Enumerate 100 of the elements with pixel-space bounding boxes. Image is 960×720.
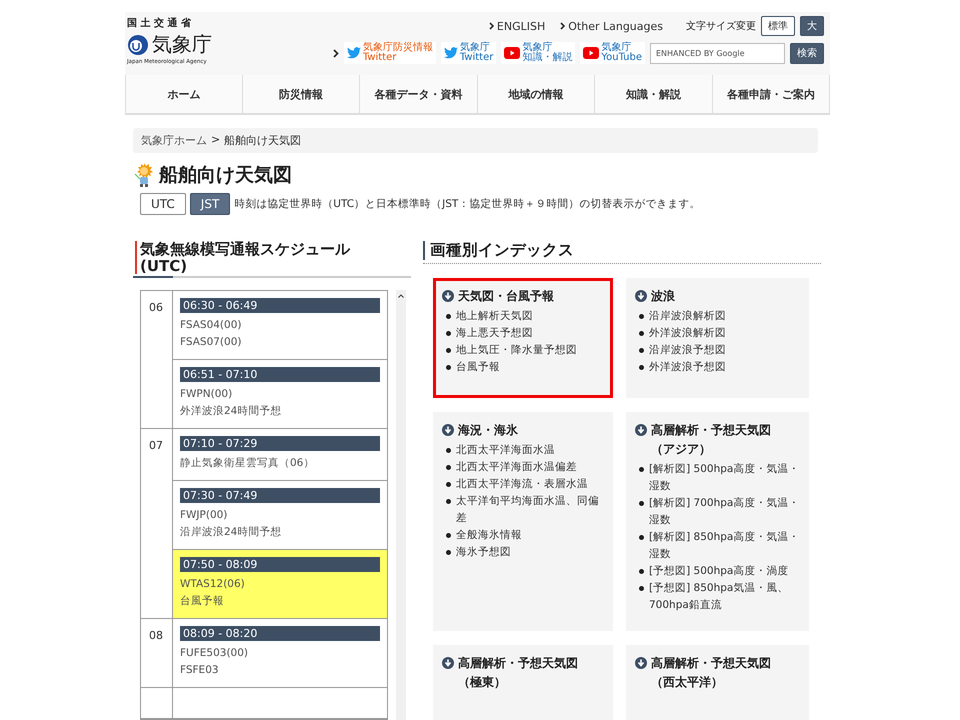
- category-link[interactable]: 北西太平洋海面水温偏差: [456, 458, 577, 476]
- nav-tab[interactable]: ホーム: [125, 75, 242, 113]
- down-arrow-icon: [442, 656, 454, 669]
- bullet-icon: [446, 532, 451, 538]
- language-link[interactable]: ENGLISH: [496, 20, 546, 32]
- category-title[interactable]: 天気図・台風予報: [458, 286, 554, 306]
- chart-link[interactable]: FUFE503(00): [180, 645, 380, 662]
- social-link[interactable]: 気象庁 知識・解説: [501, 42, 576, 64]
- chart-link[interactable]: FWPN(00): [180, 386, 380, 403]
- bullet-icon: [446, 482, 451, 487]
- chart-link[interactable]: 静止気象衛星雲写真（06）: [180, 455, 380, 472]
- bullet-icon: [446, 348, 451, 353]
- font-size-label: 文字サイズ変更: [686, 20, 756, 33]
- down-arrow-icon: [635, 424, 647, 436]
- time-range: 07:50 - 08:09: [180, 557, 380, 572]
- time-range: 06:51 - 07:10: [180, 367, 380, 382]
- category-link[interactable]: 太平洋旬平均海面水温、同偏差: [456, 492, 604, 527]
- time-zone-toggle[interactable]: JST: [190, 193, 230, 215]
- nav-tab[interactable]: 地域の情報: [478, 75, 595, 113]
- down-arrow-icon: [442, 424, 454, 436]
- bullet-icon: [446, 448, 451, 453]
- scrollbar[interactable]: [396, 290, 406, 720]
- social-link[interactable]: 気象庁 YouTube: [580, 42, 645, 64]
- category-link[interactable]: [解析図] 500hpa高度・気温・湿数: [649, 460, 800, 495]
- category-link[interactable]: 北西太平洋海面水温: [456, 442, 555, 459]
- chart-link[interactable]: FWJP(00): [180, 507, 380, 524]
- chevron-right-icon: [332, 48, 339, 58]
- category-link[interactable]: 北西太平洋海流・表層水温: [456, 476, 588, 493]
- chevron-right-icon: [560, 22, 566, 30]
- category-title[interactable]: 波浪: [651, 286, 675, 306]
- bullet-icon: [446, 330, 451, 336]
- chart-link[interactable]: 沿岸波浪24時間予想: [180, 524, 380, 541]
- category-title[interactable]: 高層解析・予想天気図 （極東）: [458, 654, 578, 692]
- down-arrow-icon: [635, 290, 647, 302]
- search-button[interactable]: 検索: [790, 42, 824, 64]
- bird-icon: [346, 47, 361, 59]
- chart-link[interactable]: FSFE03: [180, 662, 380, 679]
- category-link[interactable]: 沿岸波浪予想図: [649, 342, 726, 359]
- page-title: 船舶向け天気図: [159, 163, 292, 188]
- bullet-icon: [639, 314, 644, 319]
- chart-link[interactable]: FSAS07(00): [180, 334, 380, 351]
- category-title[interactable]: 高層解析・予想天気図 （アジア）: [651, 420, 771, 459]
- index-heading: 画種別インデックス: [423, 241, 821, 260]
- category-link[interactable]: [解析図] 850hpa高度・気温・湿数: [649, 528, 800, 563]
- schedule-heading: 気象無線模写通報スケジュール (UTC): [135, 241, 411, 274]
- category-link[interactable]: 全般海氷情報: [456, 526, 522, 544]
- search-field[interactable]: ENHANCED BY Google: [650, 42, 785, 64]
- category-link[interactable]: 地上解析天気図: [456, 308, 533, 325]
- category-link[interactable]: [解析図] 700hpa高度・気温・湿数: [649, 494, 800, 529]
- category-link[interactable]: [予想図] 500hpa高度・渦度: [649, 562, 788, 580]
- down-arrow-icon: [442, 290, 454, 302]
- bullet-icon: [639, 330, 644, 336]
- time-range: 07:10 - 07:29: [180, 436, 380, 451]
- ministry-name: 国 土 交 通 省: [127, 16, 192, 30]
- bird-icon: [444, 47, 458, 59]
- category-link[interactable]: 海氷予想図: [456, 544, 511, 561]
- mascot-icon: [133, 162, 155, 188]
- bullet-icon: [446, 498, 451, 504]
- bullet-icon: [639, 364, 644, 370]
- bullet-icon: [639, 466, 644, 472]
- bullet-icon: [446, 550, 451, 555]
- down-arrow-icon: [635, 656, 647, 669]
- bullet-icon: [446, 364, 451, 370]
- social-link[interactable]: 気象庁 Twitter: [440, 42, 496, 64]
- category-link[interactable]: 外洋波浪解析図: [649, 324, 726, 342]
- chevron-right-icon: [488, 22, 494, 30]
- social-link[interactable]: 気象庁防災情報 Twitter: [344, 42, 436, 64]
- bullet-icon: [446, 464, 451, 470]
- category-link[interactable]: 沿岸波浪解析図: [649, 308, 726, 325]
- breadcrumb-separator: >: [211, 133, 220, 148]
- nav-tab[interactable]: 防災情報: [242, 75, 360, 113]
- bullet-icon: [446, 314, 451, 319]
- category-link[interactable]: [予想図] 850hpa気温・風、700hpa鉛直流: [649, 580, 800, 614]
- bullet-icon: [639, 534, 644, 540]
- play-icon: [583, 47, 600, 59]
- font-size-button[interactable]: 標準: [761, 16, 795, 36]
- chart-link[interactable]: 外洋波浪24時間予想: [180, 403, 380, 420]
- category-link[interactable]: 地上気圧・降水量予想図: [456, 342, 577, 359]
- chart-link[interactable]: 台風予報: [180, 593, 380, 610]
- category-link[interactable]: 外洋波浪予想図: [649, 358, 726, 376]
- category-link[interactable]: 台風予報: [456, 358, 500, 376]
- time-range: 08:09 - 08:20: [180, 626, 380, 641]
- nav-tab[interactable]: 各種申請・ご案内: [712, 75, 830, 113]
- language-link[interactable]: Other Languages: [568, 20, 663, 32]
- bullet-icon: [639, 586, 644, 591]
- category-link[interactable]: 海上悪天予想図: [456, 324, 533, 342]
- time-range: 07:30 - 07:49: [180, 488, 380, 503]
- breadcrumb-link[interactable]: 気象庁ホーム: [141, 133, 207, 148]
- chart-link[interactable]: FSAS04(00): [180, 317, 380, 334]
- toggle-description: 時刻は協定世界時（UTC）と日本標準時（JST：協定世界時＋９時間）の切替表示ができます。: [234, 197, 700, 211]
- font-size-button[interactable]: 大: [800, 16, 824, 36]
- chart-link[interactable]: WTAS12(06): [180, 576, 380, 593]
- play-icon: [504, 47, 520, 59]
- category-title[interactable]: 高層解析・予想天気図 （西太平洋）: [651, 654, 771, 692]
- category-title[interactable]: 海況・海氷: [458, 420, 518, 440]
- bullet-icon: [639, 500, 644, 506]
- breadcrumb-current: 船舶向け天気図: [224, 133, 302, 148]
- scroll-up-icon[interactable]: [398, 294, 404, 298]
- bullet-icon: [639, 348, 644, 353]
- time-zone-toggle[interactable]: UTC: [140, 193, 186, 215]
